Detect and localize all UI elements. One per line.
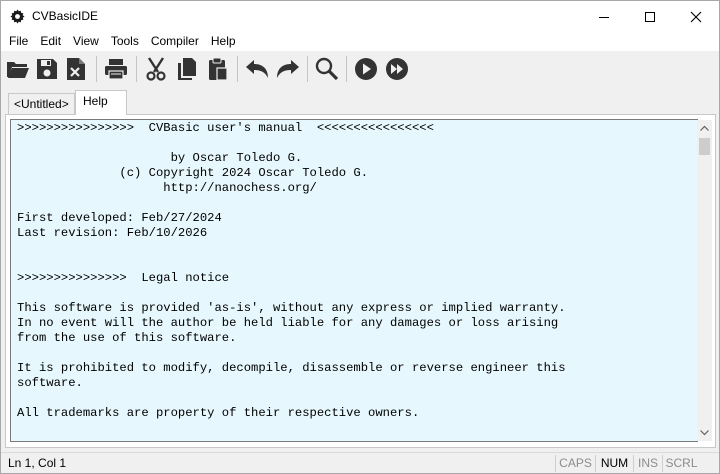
tab-help[interactable]: Help: [75, 90, 127, 115]
toolbar-separator: [136, 56, 137, 82]
help-text-line: (c) Copyright 2024 Oscar Toledo G.: [17, 166, 369, 180]
num-indicator: NUM: [595, 455, 633, 472]
help-text-line: It is prohibited to modify, decompile, d…: [17, 361, 566, 375]
menu-tools[interactable]: Tools: [105, 32, 145, 51]
find-button[interactable]: [314, 56, 340, 82]
maximize-button[interactable]: [627, 1, 673, 32]
scroll-thumb[interactable]: [699, 138, 710, 155]
print-button[interactable]: [103, 56, 129, 82]
status-bar: Ln 1, Col 1 CAPS NUM INS SCRL: [1, 452, 719, 473]
tab-strip: <Untitled> Help: [1, 89, 719, 115]
tab-content-panel: >>>>>>>>>>>>>>>> CVBasic user's manual <…: [5, 114, 716, 448]
tab-untitled-label: <Untitled>: [14, 97, 69, 111]
help-text-line: This software is provided 'as-is', witho…: [17, 301, 566, 315]
help-text-line: >>>>>>>>>>>>>>> Legal notice: [17, 271, 230, 285]
copy-button[interactable]: [174, 56, 200, 82]
ins-indicator: INS: [633, 455, 662, 472]
copy-icon: [178, 58, 196, 80]
help-text-line: Last revision: Feb/10/2026: [17, 226, 208, 240]
scroll-down-button[interactable]: [697, 425, 712, 441]
help-text-line: [17, 256, 566, 271]
help-text-line: http://nanochess.org/: [17, 181, 317, 195]
save-icon: [37, 59, 57, 79]
toolbar-separator: [96, 56, 97, 82]
fast-forward-icon: [386, 58, 408, 80]
fast-forward-button[interactable]: [384, 56, 410, 82]
toolbar-separator: [307, 56, 308, 82]
close-button[interactable]: [673, 1, 719, 32]
help-text-line: In no event will the author be held liab…: [17, 316, 559, 330]
title-bar[interactable]: CVBasicIDE: [1, 1, 719, 32]
menu-view[interactable]: View: [67, 32, 105, 51]
help-text-area[interactable]: >>>>>>>>>>>>>>>> CVBasic user's manual <…: [10, 119, 698, 442]
print-icon: [105, 59, 127, 80]
help-text-line: [17, 346, 566, 361]
menu-compiler[interactable]: Compiler: [145, 32, 205, 51]
save-button[interactable]: [34, 56, 60, 82]
close-file-icon: [67, 58, 85, 80]
toolbar-separator: [237, 56, 238, 82]
menu-file[interactable]: File: [3, 32, 34, 51]
help-text-line: First developed: Feb/27/2024: [17, 211, 222, 225]
vertical-scrollbar[interactable]: [697, 120, 712, 441]
menu-help[interactable]: Help: [205, 32, 242, 51]
paste-button[interactable]: [205, 56, 231, 82]
help-text-line: [17, 391, 566, 406]
toolbar: [1, 51, 719, 87]
find-icon: [315, 57, 339, 81]
help-text-line: by Oscar Toledo G.: [17, 151, 303, 165]
help-text-line: [17, 136, 566, 151]
help-text: >>>>>>>>>>>>>>>> CVBasic user's manual <…: [17, 121, 566, 421]
undo-icon: [246, 60, 268, 78]
cut-button[interactable]: [143, 56, 169, 82]
run-button[interactable]: [353, 56, 379, 82]
scrl-indicator: SCRL: [662, 455, 700, 472]
scroll-up-button[interactable]: [697, 120, 712, 136]
paste-icon: [209, 57, 228, 81]
cut-icon: [146, 57, 166, 81]
help-text-line: [17, 286, 566, 301]
redo-button[interactable]: [275, 56, 301, 82]
tab-help-label: Help: [83, 94, 108, 108]
window-title: CVBasicIDE: [32, 9, 99, 23]
help-text-line: [17, 241, 566, 256]
minimize-icon: [599, 16, 609, 18]
close-file-button[interactable]: [63, 56, 89, 82]
help-text-line: All trademarks are property of their res…: [17, 406, 420, 420]
toolbar-separator: [346, 56, 347, 82]
redo-icon: [277, 60, 299, 78]
tab-untitled[interactable]: <Untitled>: [8, 93, 75, 114]
chevron-down-icon: [700, 430, 709, 436]
help-text-line: software.: [17, 376, 83, 390]
chevron-up-icon: [700, 125, 709, 131]
open-folder-icon: [7, 62, 29, 78]
undo-button[interactable]: [244, 56, 270, 82]
help-text-line: from the use of this software.: [17, 331, 237, 345]
cursor-position: Ln 1, Col 1: [8, 456, 67, 470]
menu-bar: File Edit View Tools Compiler Help: [1, 32, 719, 51]
maximize-icon: [645, 11, 655, 22]
open-button[interactable]: [5, 56, 31, 82]
run-icon: [355, 58, 377, 80]
minimize-button[interactable]: [581, 1, 627, 32]
help-text-line: [17, 196, 566, 211]
gear-icon: [10, 9, 25, 24]
help-text-line: >>>>>>>>>>>>>>>> CVBasic user's manual <…: [17, 121, 434, 135]
menu-edit[interactable]: Edit: [34, 32, 67, 51]
caps-indicator: CAPS: [555, 455, 595, 472]
app-window: CVBasicIDE File Edit View Tools Compiler…: [0, 0, 720, 474]
close-icon: [690, 11, 702, 22]
